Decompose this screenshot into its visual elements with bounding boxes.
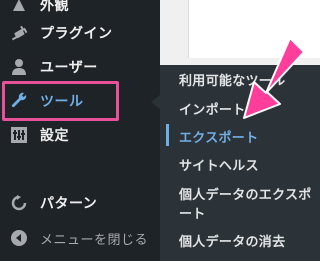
sidebar-item-label: メニューを閉じる xyxy=(40,232,149,248)
submenu-item-label-line1: 個人データのエクスポ xyxy=(179,188,312,203)
appearance-icon xyxy=(10,0,28,14)
sidebar-item-users[interactable]: ユーザー xyxy=(0,51,160,83)
pointer-arrow-icon xyxy=(243,37,305,119)
sidebar-item-label: プラグイン xyxy=(40,26,113,42)
plugins-icon xyxy=(10,24,28,42)
collapse-menu-icon xyxy=(10,229,28,247)
submenu-item-site-health[interactable]: サイトヘルス xyxy=(179,155,259,174)
sidebar-item-label: パターン xyxy=(40,196,98,212)
sidebar-item-label: 設定 xyxy=(40,128,69,144)
submenu-pointer xyxy=(151,95,160,109)
sidebar-item-label: ユーザー xyxy=(40,60,98,76)
tools-highlight-box xyxy=(2,81,119,121)
active-indicator xyxy=(166,124,169,146)
sidebar-item-label: 外観 xyxy=(40,0,69,14)
submenu-item-erase-personal-data[interactable]: 個人データの消去 xyxy=(179,231,285,250)
sidebar-item-settings[interactable]: 設定 xyxy=(0,119,160,151)
admin-sidebar: 外観 プラグイン ユーザー ツール 設定 パターン メニューを閉じる xyxy=(0,0,160,261)
users-icon xyxy=(10,58,28,76)
sidebar-item-plugins[interactable]: プラグイン xyxy=(0,17,160,49)
settings-icon xyxy=(10,126,28,144)
sidebar-item-patterns[interactable]: パターン xyxy=(0,187,160,219)
collapse-menu-button[interactable]: メニューを閉じる xyxy=(0,222,160,254)
submenu-item-export-personal-data[interactable]: 個人データのエクスポ ート xyxy=(179,184,312,222)
submenu-item-label-line2: ート xyxy=(179,207,206,222)
patterns-icon xyxy=(10,194,28,212)
